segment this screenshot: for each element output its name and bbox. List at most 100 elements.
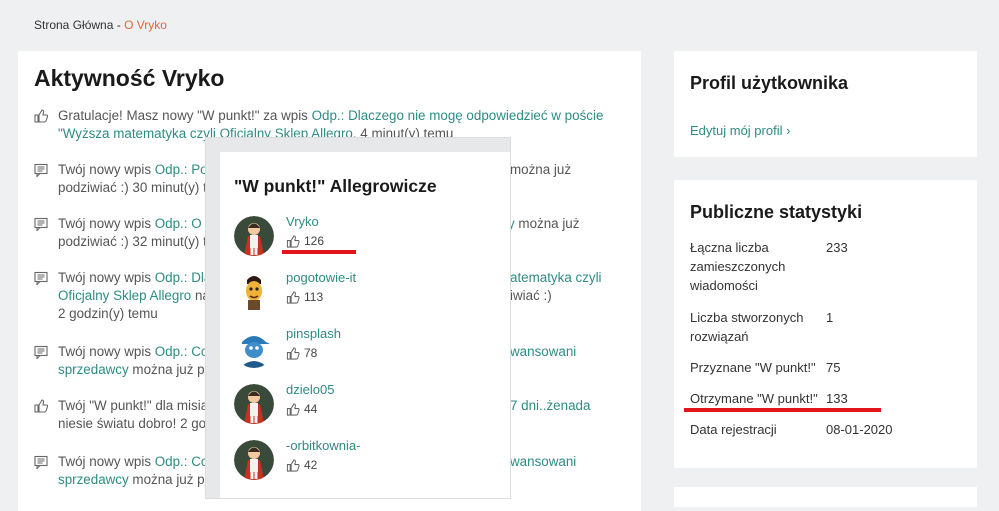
kudos-user-row: pinsplash 78 xyxy=(234,326,494,378)
kudos-count-value: 126 xyxy=(304,234,325,248)
activity-text-fragment: można już xyxy=(510,162,572,177)
activity-post-link[interactable]: Odp.: Co xyxy=(155,344,209,359)
stats-title: Publiczne statystyki xyxy=(690,202,863,222)
kudos-user-row: dzielo05 44 xyxy=(234,382,494,434)
kudos-user-name[interactable]: pogotowie-it xyxy=(286,270,356,285)
activity-text: Twój nowy wpis xyxy=(58,344,155,359)
activity-text-line2: można już p xyxy=(128,362,205,377)
edit-profile-link[interactable]: Edytuj mój profil › xyxy=(690,123,790,138)
public-stats-card: Publiczne statystyki Łączna liczba zamie… xyxy=(674,180,977,468)
activity-post-link-line2[interactable]: sprzedawcy xyxy=(58,362,129,377)
breadcrumb-separator: - xyxy=(116,18,121,32)
blue-cap-avatar[interactable] xyxy=(234,328,274,368)
stat-label: Przyznane "W punkt!" xyxy=(690,360,816,375)
activity-text-fragment: iwiać :) xyxy=(510,288,552,303)
activity-text: Gratulacje! Masz nowy "W punkt!" za wpis xyxy=(58,108,312,123)
activity-text-line2: niesie światu dobro! 2 god xyxy=(58,416,214,431)
thumb-up-icon xyxy=(286,347,300,360)
highlight-underline xyxy=(282,250,356,254)
activity-text: Twój nowy wpis xyxy=(58,216,155,231)
kudos-givers-popup: "W punkt!" Allegrowicze Vryko 126 pogoto… xyxy=(206,138,510,498)
stat-value: 08-01-2020 xyxy=(826,422,893,437)
stat-value: 233 xyxy=(826,240,848,255)
kudos-user-name[interactable]: -orbitkownia- xyxy=(286,438,360,453)
activity-post-link-fragment[interactable]: 7 dni..żenada xyxy=(510,398,590,413)
activity-link-fragment: 7 dni..żenada xyxy=(510,397,590,415)
popup-top-strip xyxy=(206,138,510,152)
activity-text: Twój nowy wpis xyxy=(58,454,155,469)
activity-post-link[interactable]: Odp.: O A xyxy=(155,216,214,231)
activity-link-fragment: wansowani xyxy=(510,343,576,361)
message-icon xyxy=(34,455,48,469)
activity-post-link-fragment[interactable]: atematyka czyli xyxy=(510,270,602,285)
activity-post-link-line2[interactable]: Oficjalny Sklep Allegro xyxy=(58,288,191,303)
activity-text: Twój "W punkt!" dla misia xyxy=(58,398,209,413)
message-icon xyxy=(34,271,48,285)
stat-value: 75 xyxy=(826,360,841,375)
thumb-up-icon xyxy=(34,109,48,123)
kudos-user-name[interactable]: pinsplash xyxy=(286,326,341,341)
activity-text-line2: podziwiać :) 30 minut(y) te xyxy=(58,180,215,195)
activity-text-fragment: y można już xyxy=(508,215,579,233)
activity-post-link-line2[interactable]: sprzedawcy xyxy=(58,472,129,487)
message-icon xyxy=(34,163,48,177)
profile-title: Profil użytkownika xyxy=(690,73,849,93)
kudos-user-count: 126 xyxy=(286,234,324,248)
kudos-user-count: 42 xyxy=(286,458,317,472)
profile-card: Profil użytkownika Edytuj mój profil › xyxy=(674,51,977,157)
stat-row: Liczba stworzonych rozwiązań 1 xyxy=(690,308,960,346)
activity-post-link-fragment[interactable]: wansowani xyxy=(510,344,576,359)
activity-text-fragment-rest: można już xyxy=(514,216,580,231)
activity-post-link[interactable]: Odp.: Co xyxy=(155,454,209,469)
thumb-up-icon xyxy=(286,403,300,416)
highlight-underline xyxy=(684,408,881,412)
activity-link-fragment: atematyka czyli xyxy=(510,269,602,287)
stat-row: Data rejestracji 08-01-2020 xyxy=(690,420,960,439)
kudos-user-count: 78 xyxy=(286,346,317,360)
popup-title: "W punkt!" Allegrowicze xyxy=(234,176,437,196)
breadcrumb: Strona Główna - O Vryko xyxy=(34,18,167,32)
popup-left-strip xyxy=(206,138,220,498)
breadcrumb-current: O Vryko xyxy=(124,18,167,32)
breadcrumb-home[interactable]: Strona Główna xyxy=(34,18,113,32)
allegro-mascot-avatar[interactable] xyxy=(234,384,274,424)
activity-post-link-fragment[interactable]: wansowani xyxy=(510,454,576,469)
kudos-user-row: Vryko 126 xyxy=(234,214,494,266)
kudos-user-name[interactable]: Vryko xyxy=(286,214,319,229)
thumb-up-icon xyxy=(286,291,300,304)
stat-value: 1 xyxy=(826,310,834,325)
kudos-user-row: pogotowie-it 113 xyxy=(234,270,494,322)
stat-row: Łączna liczba zamieszczonych wiadomości … xyxy=(690,238,960,295)
kudos-count-value: 44 xyxy=(304,402,318,416)
kudos-count-value: 42 xyxy=(304,458,318,472)
activity-post-link[interactable]: Odp.: Pot xyxy=(155,162,212,177)
activity-text-line2: podziwiać :) 32 minut(y) te xyxy=(58,234,215,249)
stat-label: Data rejestracji xyxy=(690,422,777,437)
cartoon-face-avatar[interactable] xyxy=(234,272,274,312)
page-title: Aktywność Vryko xyxy=(34,65,225,91)
kudos-user-name[interactable]: dzielo05 xyxy=(286,382,334,397)
allegro-mascot-avatar[interactable] xyxy=(234,440,274,480)
kudos-count-value: 78 xyxy=(304,346,318,360)
kudos-user-row: -orbitkownia- 42 xyxy=(234,438,494,490)
message-icon xyxy=(34,217,48,231)
stat-row: Otrzymane "W punkt!" 133 xyxy=(690,389,960,408)
kudos-count-value: 113 xyxy=(304,290,324,304)
thumb-up-icon xyxy=(286,235,300,248)
activity-text: Twój nowy wpis xyxy=(58,162,155,177)
stat-label: Otrzymane "W punkt!" xyxy=(690,391,818,406)
activity-post-link[interactable]: Odp.: Dla xyxy=(155,270,212,285)
activity-text: Twój nowy wpis xyxy=(58,270,155,285)
allegro-mascot-avatar[interactable] xyxy=(234,216,274,256)
stat-row: Przyznane "W punkt!" 75 xyxy=(690,358,960,377)
next-card xyxy=(674,487,977,507)
activity-link-fragment: wansowani xyxy=(510,453,576,471)
kudos-user-count: 44 xyxy=(286,402,317,416)
activity-text-line2: można już p xyxy=(128,472,205,487)
stat-label: Łączna liczba zamieszczonych wiadomości xyxy=(690,240,786,293)
activity-time: 2 godzin(y) temu xyxy=(58,306,158,321)
thumb-up-icon xyxy=(286,459,300,472)
kudos-user-count: 113 xyxy=(286,290,323,304)
message-icon xyxy=(34,345,48,359)
stat-label: Liczba stworzonych rozwiązań xyxy=(690,310,804,344)
